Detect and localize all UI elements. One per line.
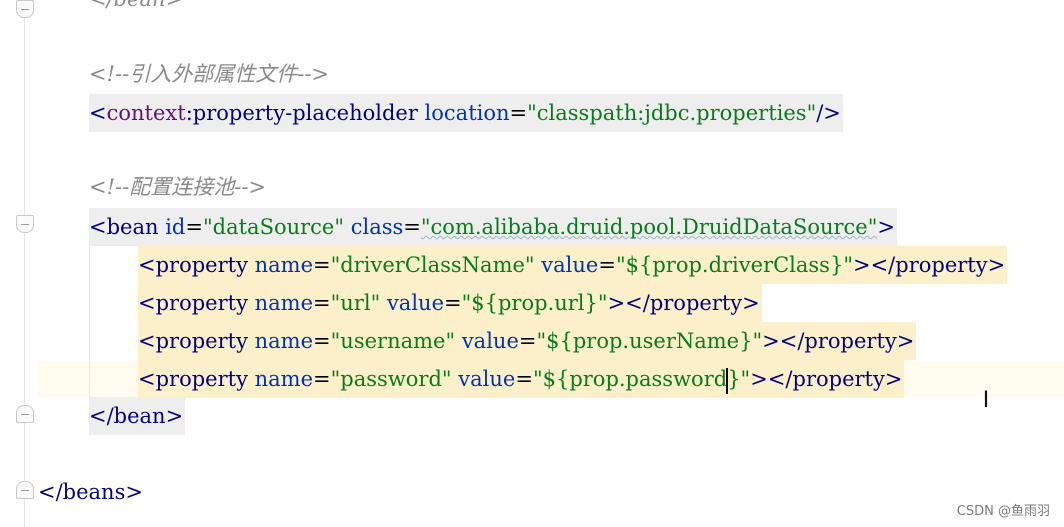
ibeam-cursor-icon: I xyxy=(982,388,990,413)
attr-class: class xyxy=(350,215,404,239)
fold-bean-open-icon[interactable] xyxy=(16,215,34,233)
attr-class-value: "com.alibaba.druid.pool.DruidDataSource" xyxy=(420,215,878,239)
code-line-property-username[interactable]: <property name="username" value="${prop.… xyxy=(138,322,917,360)
code-line-beans-close[interactable]: </beans> xyxy=(38,473,143,511)
comment-text-2: <!--配置连接池--> xyxy=(89,175,267,199)
attr-name: name xyxy=(254,329,314,353)
namespace-prefix: context xyxy=(106,101,186,125)
attr-value: value xyxy=(461,329,519,353)
editor-gutter xyxy=(0,0,38,527)
attr-value: value xyxy=(458,367,516,391)
property-name-value: "password" xyxy=(330,367,452,391)
tag-close-bracket: /> xyxy=(816,101,841,125)
tag-name: property xyxy=(155,329,248,353)
code-line-bean-close[interactable]: </bean> xyxy=(89,397,186,435)
tag-name: property xyxy=(155,291,248,315)
closing-bean-tag: </bean> xyxy=(89,404,184,428)
comment-text-1: <!--引入外部属性文件--> xyxy=(89,62,330,86)
property-name-value: "url" xyxy=(330,291,381,315)
tag-name: bean xyxy=(106,215,159,239)
watermark: CSDN @鱼雨羽 xyxy=(956,504,1050,519)
gutter-divider xyxy=(24,0,25,527)
partial-code-line: </bean> xyxy=(89,0,183,18)
closing-tag-name: property xyxy=(804,329,897,353)
attr-name: name xyxy=(254,291,314,315)
code-line-property-password[interactable]: <property name="password" value="${prop.… xyxy=(138,360,905,398)
attr-equals: = xyxy=(509,101,528,125)
tag-open-bracket: < xyxy=(89,215,107,239)
attr-id: id xyxy=(165,215,186,239)
attr-value: value xyxy=(386,291,444,315)
fold-marker-icon[interactable] xyxy=(16,0,34,18)
comment-line-2[interactable]: <!--配置连接池--> xyxy=(89,168,266,206)
tag-name: property xyxy=(155,367,248,391)
attr-value: value xyxy=(541,253,599,277)
tag-close-bracket: > xyxy=(877,215,895,239)
attr-value: "classpath:jdbc.properties" xyxy=(527,101,817,125)
tag-name: property xyxy=(155,253,248,277)
attr-name: location xyxy=(424,101,510,125)
code-line-property-driver[interactable]: <property name="driverClassName" value="… xyxy=(138,246,1008,284)
code-line-property-url[interactable]: <property name="url" value="${prop.url}"… xyxy=(138,284,762,322)
fold-beans-close-icon[interactable] xyxy=(16,481,34,499)
comment-line-1[interactable]: <!--引入外部属性文件--> xyxy=(89,55,329,93)
code-line-bean-open[interactable]: <bean id="dataSource" class="com.alibaba… xyxy=(89,208,897,246)
property-value: "${prop.driverClass}" xyxy=(615,253,853,277)
code-line-property-placeholder[interactable]: <context:property-placeholder location="… xyxy=(89,94,843,132)
closing-tag-name: property xyxy=(649,291,743,315)
tag-name: property-placeholder xyxy=(192,101,418,125)
property-value-after-cursor: }" xyxy=(727,367,751,391)
closing-beans-tag: </beans> xyxy=(38,480,143,504)
partial-line-text: </bean> xyxy=(89,0,183,11)
property-value-before-cursor: "${prop.password xyxy=(532,367,728,391)
tag-open-bracket: < xyxy=(89,101,107,125)
closing-tag-name: property xyxy=(792,367,885,391)
property-value: "${prop.url}" xyxy=(461,291,608,315)
indent-guide xyxy=(89,245,90,397)
fold-bean-close-icon[interactable] xyxy=(16,405,34,423)
attr-name: name xyxy=(254,367,314,391)
property-name-value: "username" xyxy=(330,329,456,353)
attr-id-value: "dataSource" xyxy=(203,215,345,239)
property-value: "${prop.userName}" xyxy=(536,329,763,353)
attr-name: name xyxy=(254,253,314,277)
namespace-colon: : xyxy=(185,101,193,125)
property-name-value: "driverClassName" xyxy=(330,253,535,277)
closing-tag-name: property xyxy=(895,253,988,277)
